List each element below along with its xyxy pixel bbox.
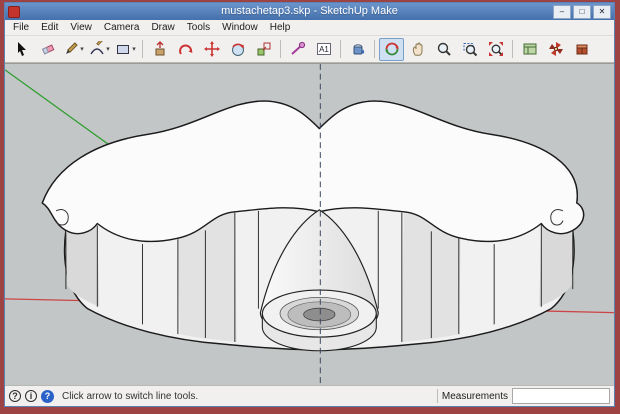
pan-hand-icon — [410, 41, 426, 57]
model-info-button[interactable] — [517, 38, 542, 61]
toolbar-separator — [280, 40, 281, 58]
text-a1-icon: A1 — [316, 41, 332, 57]
maximize-button[interactable]: □ — [573, 5, 591, 19]
offset-tool-button[interactable] — [173, 38, 198, 61]
pan-tool-button[interactable] — [405, 38, 430, 61]
toolbar-separator — [340, 40, 341, 58]
viewport[interactable] — [5, 63, 614, 385]
menu-draw[interactable]: Draw — [145, 20, 180, 35]
zoom-window-tool-button[interactable] — [457, 38, 482, 61]
shape-tool-button[interactable]: ▾ — [113, 38, 138, 61]
paint-bucket-icon — [350, 41, 366, 57]
menu-tools[interactable]: Tools — [181, 20, 216, 35]
rotate-tool-button[interactable] — [225, 38, 250, 61]
components-button[interactable] — [543, 38, 568, 61]
window-title: mustachetap3.skp - SketchUp Make — [5, 3, 614, 20]
magnifier-window-icon — [462, 41, 478, 57]
component-pinwheel-icon — [548, 41, 564, 57]
paint-bucket-tool-button[interactable] — [345, 38, 370, 61]
menu-edit[interactable]: Edit — [35, 20, 64, 35]
title-bar[interactable]: mustachetap3.skp - SketchUp Make – □ ✕ — [5, 3, 614, 20]
minimize-button[interactable]: – — [553, 5, 571, 19]
scale-boxes-icon — [256, 41, 272, 57]
menu-bar: File Edit View Camera Draw Tools Window … — [5, 20, 614, 36]
sketchup-window: mustachetap3.skp - SketchUp Make – □ ✕ F… — [4, 2, 615, 407]
magnifier-icon — [436, 41, 452, 57]
pencil-icon — [63, 41, 79, 57]
cylinder-hole — [304, 308, 335, 321]
menu-file[interactable]: File — [7, 20, 35, 35]
geolocation-circle-icon[interactable]: ? — [41, 390, 54, 403]
toolbar-separator — [142, 40, 143, 58]
tape-measure-icon — [290, 41, 306, 57]
arrow-cursor-icon — [14, 41, 30, 57]
menu-window[interactable]: Window — [216, 20, 264, 35]
orbit-tool-button[interactable] — [379, 38, 404, 61]
rotate-arrows-icon — [230, 41, 246, 57]
text-tool-button[interactable]: A1 — [311, 38, 336, 61]
menu-help[interactable]: Help — [264, 20, 297, 35]
model-info-panel-icon — [522, 41, 538, 57]
dropdown-arrow-icon[interactable]: ▾ — [80, 46, 84, 53]
eraser-icon — [40, 41, 56, 57]
scale-tool-button[interactable] — [251, 38, 276, 61]
dropdown-arrow-icon[interactable]: ▾ — [132, 46, 136, 53]
toolbar: ▾ ▾ ▾ A1 — [5, 36, 614, 63]
pencil-arc-icon — [89, 41, 105, 57]
info-circle-icon[interactable]: i — [25, 390, 37, 402]
tape-measure-tool-button[interactable] — [285, 38, 310, 61]
select-tool-button[interactable] — [9, 38, 34, 61]
measurements-input[interactable] — [512, 388, 610, 404]
svg-text:A1: A1 — [319, 45, 329, 54]
rectangle-icon — [115, 41, 131, 57]
measurements-label: Measurements — [442, 391, 508, 402]
zoom-tool-button[interactable] — [431, 38, 456, 61]
dropdown-arrow-icon[interactable]: ▾ — [106, 46, 110, 53]
line-tool-button[interactable]: ▾ — [61, 38, 86, 61]
offset-arc-icon — [178, 41, 194, 57]
help-circle-icon[interactable]: ? — [9, 390, 21, 402]
status-bar: ? i ? Click arrow to switch line tools. … — [5, 385, 614, 406]
model-canvas[interactable] — [5, 64, 614, 385]
push-pull-tool-button[interactable] — [147, 38, 172, 61]
magnifier-extents-icon — [488, 41, 504, 57]
menu-camera[interactable]: Camera — [98, 20, 146, 35]
menu-view[interactable]: View — [64, 20, 98, 35]
status-hint-text: Click arrow to switch line tools. — [62, 391, 198, 402]
sketchup-app-icon — [8, 6, 20, 18]
close-button[interactable]: ✕ — [593, 5, 611, 19]
statusbar-divider — [437, 389, 438, 403]
toolbar-separator — [374, 40, 375, 58]
move-tool-button[interactable] — [199, 38, 224, 61]
orbit-arrows-icon — [384, 41, 400, 57]
push-pull-box-icon — [152, 41, 168, 57]
zoom-extents-tool-button[interactable] — [483, 38, 508, 61]
materials-box-icon — [574, 41, 590, 57]
eraser-tool-button[interactable] — [35, 38, 60, 61]
move-arrows-icon — [204, 41, 220, 57]
toolbar-separator — [512, 40, 513, 58]
materials-button[interactable] — [569, 38, 594, 61]
arc-tool-button[interactable]: ▾ — [87, 38, 112, 61]
